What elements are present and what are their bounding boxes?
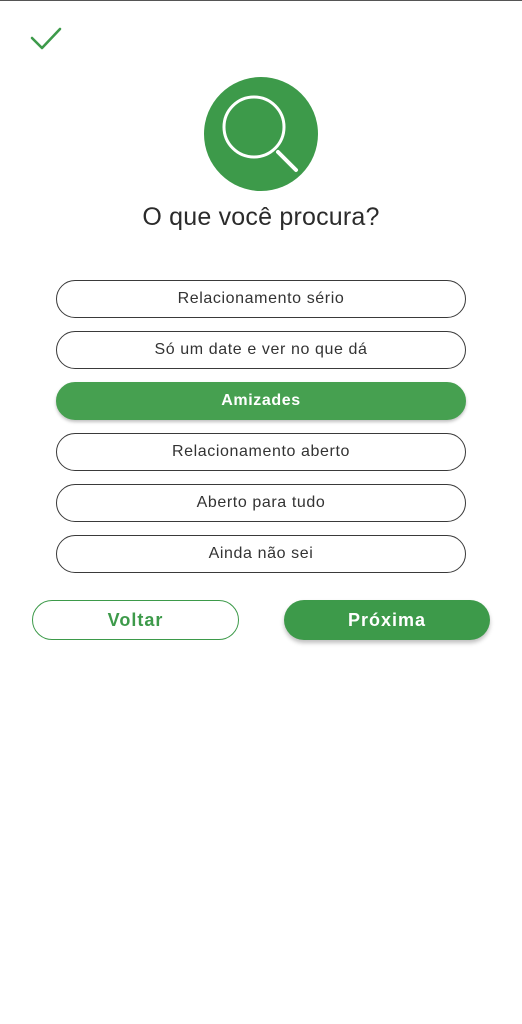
search-badge: [204, 77, 318, 191]
option-aberto-para-tudo[interactable]: Aberto para tudo: [56, 484, 466, 522]
page-title: O que você procura?: [142, 203, 380, 231]
option-so-um-date[interactable]: Só um date e ver no que dá: [56, 331, 466, 369]
check-icon[interactable]: [28, 24, 64, 56]
back-button[interactable]: Voltar: [32, 600, 239, 640]
options-list: Relacionamento sério Só um date e ver no…: [56, 280, 466, 586]
onboarding-screen: O que você procura? Relacionamento sério…: [0, 0, 522, 1024]
option-relacionamento-aberto[interactable]: Relacionamento aberto: [56, 433, 466, 471]
option-relacionamento-serio[interactable]: Relacionamento sério: [56, 280, 466, 318]
option-ainda-nao-sei[interactable]: Ainda não sei: [56, 535, 466, 573]
search-icon: [222, 95, 298, 172]
next-button[interactable]: Próxima: [284, 600, 490, 640]
option-amizades[interactable]: Amizades: [56, 382, 466, 420]
top-divider: [0, 0, 522, 1]
